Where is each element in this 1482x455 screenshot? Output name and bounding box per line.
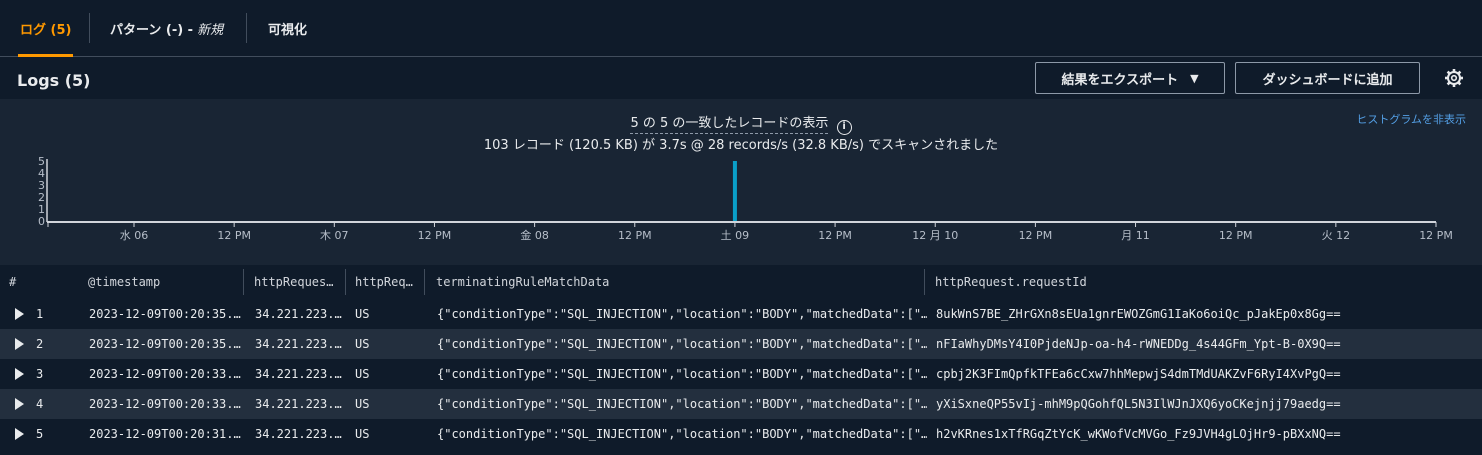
caret-down-icon: ▼	[1190, 71, 1199, 85]
tab-divider	[89, 13, 90, 43]
gear-icon[interactable]	[1444, 68, 1464, 88]
cell-client-ip: 34.221.223.…	[255, 367, 342, 381]
cell-terminating-rule-match-data: {"conditionType":"SQL_INJECTION","locati…	[437, 367, 927, 381]
cell-client-ip: 34.221.223.…	[255, 307, 342, 321]
column-header-client-ip[interactable]: httpReques…	[254, 265, 342, 299]
x-tick-label: 水 06	[120, 229, 149, 242]
histogram-bars	[732, 161, 737, 221]
cell-timestamp: 2023-12-09T00:20:33.…	[89, 367, 241, 381]
x-tick-label: 12 PM	[1019, 229, 1053, 242]
cell-country: US	[355, 367, 370, 381]
x-tick-label: 土 09	[721, 229, 750, 242]
cell-index: 2	[36, 337, 44, 351]
column-header-index[interactable]: #	[9, 265, 49, 299]
x-tick-label: 金 08	[520, 228, 549, 242]
cell-terminating-rule-match-data: {"conditionType":"SQL_INJECTION","locati…	[437, 337, 927, 351]
cell-index: 1	[36, 307, 44, 321]
cell-terminating-rule-match-data: {"conditionType":"SQL_INJECTION","locati…	[437, 307, 927, 321]
tab-logs-label: ログ (5)	[20, 22, 72, 38]
cell-timestamp: 2023-12-09T00:20:35.…	[89, 307, 241, 321]
expand-row-icon[interactable]	[15, 338, 24, 350]
add-to-dashboard-label: ダッシュボードに追加	[1262, 72, 1393, 88]
cell-request-id: nFIaWhyDMsY4I0PjdeNJp-oa-h4-rWNEDDg_4s44…	[936, 337, 1341, 351]
expand-row-icon[interactable]	[15, 308, 24, 320]
column-header-timestamp[interactable]: @timestamp	[88, 265, 238, 299]
tab-visualization[interactable]: 可視化	[268, 0, 307, 56]
x-tick-label: 月 11	[1121, 229, 1150, 242]
x-tick-label: 火 12	[1322, 229, 1351, 242]
expand-row-icon[interactable]	[15, 428, 24, 440]
cell-request-id: 8ukWnS7BE_ZHrGXn8sEUa1gnrEWOZGmG1IaKo6oi…	[936, 307, 1341, 321]
x-tick-label: 12 PM	[618, 229, 652, 242]
info-icon[interactable]: i	[836, 120, 852, 135]
log-table: # @timestamp httpReques… httpReq… termin…	[0, 265, 1482, 449]
x-tick-label: 12 PM	[217, 229, 251, 242]
tab-bar: ログ (5) パターン (-) - 新規 可視化	[0, 0, 1482, 57]
table-row[interactable]: 5 2023-12-09T00:20:31.… 34.221.223.… US …	[0, 419, 1482, 449]
x-tick-label: 12 PM	[418, 229, 452, 242]
x-tick-label: 12 PM	[1219, 229, 1253, 242]
cell-index: 4	[36, 397, 44, 411]
x-axis: 水 06 12 PM 木 07 12 PM 金 08 12 PM 土 09 12 PM 12 月…	[47, 221, 1453, 242]
hide-histogram-link[interactable]: ヒストグラムを非表示	[1356, 111, 1466, 127]
column-resizer[interactable]	[924, 269, 925, 295]
y-tick-label: 2	[38, 191, 45, 204]
tab-divider	[246, 13, 247, 43]
x-tick-label: 木 07	[320, 229, 349, 242]
cell-timestamp: 2023-12-09T00:20:31.…	[89, 427, 241, 441]
column-header-request-id[interactable]: httpRequest.requestId	[935, 265, 1435, 299]
x-tick-label: 12 PM	[818, 229, 852, 242]
cell-country: US	[355, 397, 370, 411]
expand-row-icon[interactable]	[15, 398, 24, 410]
column-header-terminating-rule-match-data[interactable]: terminatingRuleMatchData	[436, 265, 916, 299]
logs-title: Logs (5)	[17, 71, 91, 90]
x-tick-label: 12 PM	[1419, 229, 1453, 242]
cell-index: 3	[36, 367, 44, 381]
y-tick-label: 0	[38, 215, 45, 228]
cell-terminating-rule-match-data: {"conditionType":"SQL_INJECTION","locati…	[437, 427, 927, 441]
y-tick-label: 4	[38, 167, 45, 180]
cell-client-ip: 34.221.223.…	[255, 337, 342, 351]
cell-client-ip: 34.221.223.…	[255, 397, 342, 411]
cell-terminating-rule-match-data: {"conditionType":"SQL_INJECTION","locati…	[437, 397, 927, 411]
tab-patterns[interactable]: パターン (-) - 新規	[110, 0, 223, 56]
y-axis: 012345	[38, 155, 48, 228]
table-row[interactable]: 4 2023-12-09T00:20:33.… 34.221.223.… US …	[0, 389, 1482, 419]
tab-patterns-label: パターン (-) -	[110, 22, 194, 38]
matched-records-text[interactable]: 5 の 5 の一致したレコードの表示	[630, 116, 829, 134]
column-resizer[interactable]	[424, 269, 425, 295]
column-resizer[interactable]	[243, 269, 244, 295]
cell-request-id: cpbj2K3FImQpfkTFEa6cCxw7hhMepwjS4dmTMdUA…	[936, 367, 1341, 381]
cell-country: US	[355, 337, 370, 351]
cell-client-ip: 34.221.223.…	[255, 427, 342, 441]
cell-country: US	[355, 427, 370, 441]
cell-index: 5	[36, 427, 44, 441]
cell-timestamp: 2023-12-09T00:20:33.…	[89, 397, 241, 411]
column-header-country[interactable]: httpReq…	[355, 265, 421, 299]
histogram-chart: 012345 水 06 12 PM 木 07 12 PM 金 08 12 PM 土 09 12…	[38, 155, 1453, 242]
y-tick-label: 5	[38, 155, 45, 168]
table-row[interactable]: 3 2023-12-09T00:20:33.… 34.221.223.… US …	[0, 359, 1482, 389]
records-summary: 5 の 5 の一致したレコードの表示 i	[0, 112, 1482, 135]
export-results-label: 結果をエクスポート	[1061, 72, 1179, 88]
tab-patterns-new-badge: 新規	[197, 22, 224, 38]
table-row[interactable]: 1 2023-12-09T00:20:35.… 34.221.223.… US …	[0, 299, 1482, 329]
cell-request-id: yXiSxneQP55vIj-mhM9pQGohfQL5N3IlWJnJXQ6y…	[936, 397, 1341, 411]
tab-logs[interactable]: ログ (5)	[18, 0, 74, 57]
column-resizer[interactable]	[345, 269, 346, 295]
cell-request-id: h2vKRnes1xTfRGqZtYcK_wKWofVcMVGo_Fz9JVH4…	[936, 427, 1341, 441]
cell-country: US	[355, 307, 370, 321]
export-results-button[interactable]: 結果をエクスポート ▼	[1035, 62, 1225, 94]
table-header: # @timestamp httpReques… httpReq… termin…	[0, 265, 1482, 299]
add-to-dashboard-button[interactable]: ダッシュボードに追加	[1235, 62, 1420, 94]
table-row[interactable]: 2 2023-12-09T00:20:35.… 34.221.223.… US …	[0, 329, 1482, 359]
cell-timestamp: 2023-12-09T00:20:35.…	[89, 337, 241, 351]
y-tick-label: 3	[38, 179, 45, 192]
y-tick-label: 1	[38, 203, 45, 216]
tab-visualization-label: 可視化	[268, 22, 308, 38]
histogram-bar	[732, 161, 737, 221]
expand-row-icon[interactable]	[15, 368, 24, 380]
x-tick-label: 12 月 10	[912, 229, 958, 242]
